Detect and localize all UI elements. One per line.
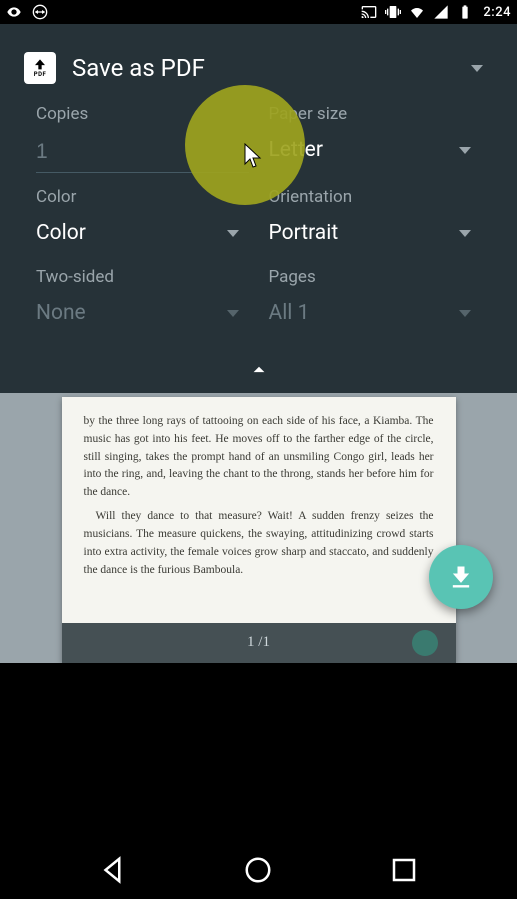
collapse-handle[interactable] [0,343,517,393]
pages-field: Pages All 1 [269,267,482,333]
orientation-label: Orientation [269,187,482,207]
color-value: Color [36,221,86,245]
cursor-icon [244,143,262,173]
two-sided-value: None [36,301,86,325]
android-nav-bar [0,844,517,899]
page-footer: 1 /1 [62,623,456,663]
two-sided-label: Two-sided [36,267,249,287]
orientation-value: Portrait [269,221,339,245]
signal-icon [433,4,449,20]
clock-text: 2:24 [481,5,511,20]
destination-label: Save as PDF [72,54,471,82]
orientation-field[interactable]: Orientation Portrait [269,187,482,253]
chevron-down-icon [227,230,239,237]
eye-icon [6,4,22,20]
chevron-down-icon [471,65,483,72]
recents-button[interactable] [389,855,419,889]
preview-text: by the three long rays of tattooing on e… [84,413,434,502]
chevron-down-icon [459,147,471,154]
back-button[interactable] [98,855,128,889]
pdf-badge-icon: PDF [24,52,56,84]
print-options-panel: PDF Save as PDF Copies Paper size Letter… [0,24,517,393]
chevron-down-icon [459,230,471,237]
wifi-icon [409,4,425,20]
pages-value: All 1 [269,301,310,325]
status-bar: 2:24 [0,0,517,24]
teamviewer-icon [32,4,48,20]
pages-label: Pages [269,267,482,287]
page-selected-indicator[interactable] [412,630,438,656]
two-sided-field: Two-sided None [36,267,249,333]
chevron-down-icon [227,310,239,317]
print-preview-area: by the three long rays of tattooing on e… [0,393,517,663]
home-button[interactable] [243,855,273,889]
cast-icon [361,4,377,20]
chevron-down-icon [459,310,471,317]
vibrate-icon [385,4,401,20]
save-pdf-fab[interactable] [429,545,493,609]
page-indicator: 1 /1 [247,631,270,654]
divider [0,830,517,844]
preview-page[interactable]: by the three long rays of tattooing on e… [62,397,456,663]
battery-icon [457,4,473,20]
preview-text: Will they dance to that measure? Wait! A… [84,508,434,579]
